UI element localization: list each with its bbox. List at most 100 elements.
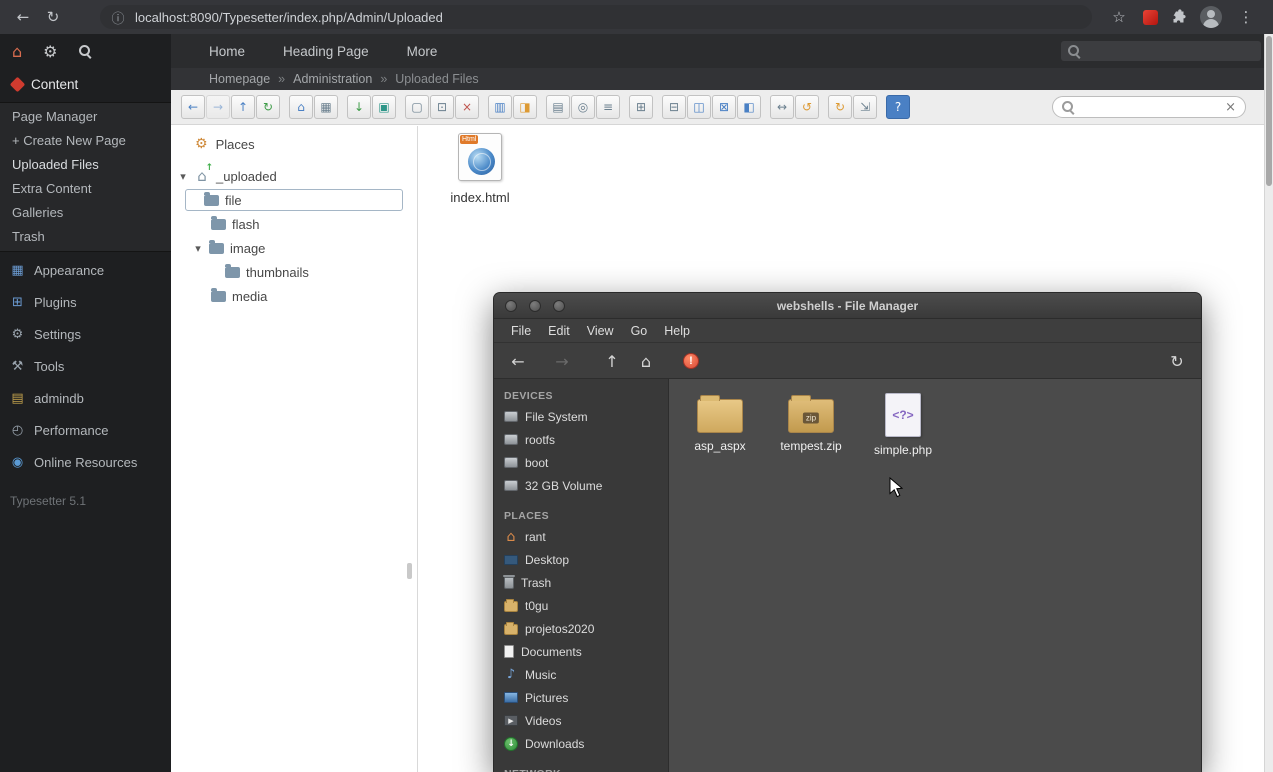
- fm-item-trash[interactable]: Trash: [504, 571, 668, 594]
- tb-up-button[interactable]: ↑: [231, 95, 255, 119]
- fm-item-music[interactable]: ♪ Music: [504, 663, 668, 686]
- clear-search-icon[interactable]: ×: [1225, 100, 1236, 115]
- tb-view-button[interactable]: ▦: [314, 95, 338, 119]
- tb-duplicate-button[interactable]: ⊡: [430, 95, 454, 119]
- fm-item-desktop[interactable]: Desktop: [504, 548, 668, 571]
- breadcrumb-homepage[interactable]: Homepage: [209, 72, 270, 86]
- fm-file-asp-aspx[interactable]: asp_aspx: [677, 391, 763, 453]
- tb-open-button[interactable]: ▢: [405, 95, 429, 119]
- tb-forward-button[interactable]: →: [206, 95, 230, 119]
- tb-reload-button[interactable]: ↻: [256, 95, 280, 119]
- fm-item-boot[interactable]: boot: [504, 451, 668, 474]
- fm-home-icon[interactable]: ⌂: [636, 351, 656, 371]
- tree-item-file[interactable]: file: [185, 189, 403, 211]
- window-titlebar[interactable]: webshells - File Manager: [494, 293, 1201, 319]
- fm-file-simple-php[interactable]: <?> simple.php: [860, 391, 946, 457]
- tb-back-button[interactable]: ←: [181, 95, 205, 119]
- fm-item-projetos2020[interactable]: projetos2020: [504, 617, 668, 640]
- tb-resize-button[interactable]: ↔: [770, 95, 794, 119]
- sidebar-item-create-new-page[interactable]: + Create New Page: [0, 129, 171, 153]
- nav-link-heading-page[interactable]: Heading Page: [283, 44, 369, 59]
- scrollbar-thumb[interactable]: [1266, 36, 1272, 186]
- site-search-input[interactable]: [1086, 44, 1254, 58]
- menu-file[interactable]: File: [511, 324, 531, 338]
- nav-link-more[interactable]: More: [407, 44, 438, 59]
- fm-item-file-system[interactable]: File System: [504, 405, 668, 428]
- nav-link-home[interactable]: Home: [209, 44, 245, 59]
- file-search-input[interactable]: [1080, 100, 1219, 114]
- extensions-puzzle-icon[interactable]: [1171, 9, 1187, 25]
- sidebar-item-appearance[interactable]: ▦ Appearance: [0, 254, 171, 286]
- sidebar-item-settings[interactable]: ⚙ Settings: [0, 318, 171, 350]
- tb-edit-button[interactable]: ≡: [596, 95, 620, 119]
- view-site-home-icon[interactable]: ⌂: [12, 42, 22, 61]
- tb-rotate-left-button[interactable]: ↺: [795, 95, 819, 119]
- sidebar-item-extra-content[interactable]: Extra Content: [0, 177, 171, 201]
- tb-select-none-button[interactable]: ⊠: [712, 95, 736, 119]
- fm-item-t0gu[interactable]: t0gu: [504, 594, 668, 617]
- fm-item-volume[interactable]: 32 GB Volume: [504, 474, 668, 497]
- tb-cut-button[interactable]: ×: [455, 95, 479, 119]
- fm-item-rootfs[interactable]: rootfs: [504, 428, 668, 451]
- window-control-button[interactable]: [553, 300, 565, 312]
- window-control-button[interactable]: [529, 300, 541, 312]
- tb-home-button[interactable]: ⌂: [289, 95, 313, 119]
- extension-icon[interactable]: [1143, 10, 1158, 25]
- tb-select-invert-button[interactable]: ◧: [737, 95, 761, 119]
- tree-item-thumbnails[interactable]: thumbnails: [171, 260, 417, 284]
- tb-archive-button[interactable]: ⊞: [629, 95, 653, 119]
- site-info-icon[interactable]: ⓘ: [110, 6, 126, 28]
- tb-extract-button[interactable]: ⊟: [662, 95, 686, 119]
- window-control-button[interactable]: [505, 300, 517, 312]
- fm-forward-icon[interactable]: →: [552, 351, 572, 371]
- tb-info-button[interactable]: ▤: [546, 95, 570, 119]
- fm-item-videos[interactable]: Videos: [504, 709, 668, 732]
- sidebar-item-page-manager[interactable]: Page Manager: [0, 105, 171, 129]
- sidebar-item-uploaded-files[interactable]: Uploaded Files: [0, 153, 171, 177]
- fm-item-rant[interactable]: ⌂ rant: [504, 525, 668, 548]
- browser-menu-icon[interactable]: ⋮: [1235, 6, 1257, 28]
- twisty-icon[interactable]: ▾: [193, 242, 203, 255]
- fm-file-area[interactable]: asp_aspx zip tempest.zip <?> simple.php: [669, 379, 1201, 772]
- tb-download-button[interactable]: ↓: [347, 95, 371, 119]
- fm-item-downloads[interactable]: Downloads: [504, 732, 668, 755]
- admin-search-icon[interactable]: [79, 45, 91, 57]
- browser-back-icon[interactable]: ←: [12, 6, 34, 28]
- fm-file-tempest-zip[interactable]: zip tempest.zip: [768, 391, 854, 453]
- fm-refresh-icon[interactable]: ↻: [1167, 351, 1187, 371]
- tb-select-all-button[interactable]: ◫: [687, 95, 711, 119]
- fm-item-pictures[interactable]: Pictures: [504, 686, 668, 709]
- fm-back-icon[interactable]: ←: [508, 351, 528, 371]
- admin-gear-icon[interactable]: ⚙: [43, 42, 57, 61]
- twisty-icon[interactable]: ▾: [178, 170, 188, 183]
- tb-save-button[interactable]: ▣: [372, 95, 396, 119]
- file-search-box[interactable]: ×: [1052, 96, 1246, 118]
- file-item-index-html[interactable]: Html index.html: [419, 133, 541, 205]
- panel-resize-grip[interactable]: [407, 563, 412, 579]
- tb-fullscreen-button[interactable]: ⇲: [853, 95, 877, 119]
- tb-rotate-right-button[interactable]: ↻: [828, 95, 852, 119]
- sidebar-item-online-resources[interactable]: ◉ Online Resources: [0, 446, 171, 478]
- sidebar-item-tools[interactable]: ⚒ Tools: [0, 350, 171, 382]
- sidebar-item-galleries[interactable]: Galleries: [0, 201, 171, 225]
- sidebar-item-plugins[interactable]: ⊞ Plugins: [0, 286, 171, 318]
- tree-item-image[interactable]: ▾ image: [171, 236, 417, 260]
- bookmark-star-icon[interactable]: ☆: [1108, 6, 1130, 28]
- tree-item-places[interactable]: ⚙ Places: [171, 132, 417, 156]
- menu-view[interactable]: View: [587, 324, 614, 338]
- sidebar-item-performance[interactable]: ◴ Performance: [0, 414, 171, 446]
- tb-copy-button[interactable]: ▥: [488, 95, 512, 119]
- browser-reload-icon[interactable]: ↻: [42, 6, 64, 28]
- tb-help-button[interactable]: ?: [886, 95, 910, 119]
- page-scrollbar[interactable]: [1264, 34, 1273, 772]
- menu-go[interactable]: Go: [631, 324, 648, 338]
- sidebar-item-admindb[interactable]: ▤ admindb: [0, 382, 171, 414]
- fm-item-documents[interactable]: Documents: [504, 640, 668, 663]
- fm-up-icon[interactable]: ↑: [602, 351, 622, 371]
- site-search-box[interactable]: [1061, 41, 1261, 61]
- tb-preview-button[interactable]: ◎: [571, 95, 595, 119]
- content-section-header[interactable]: Content: [0, 68, 171, 98]
- address-bar[interactable]: ⓘ localhost:8090/Typesetter/index.php/Ad…: [100, 5, 1092, 29]
- sidebar-item-trash[interactable]: Trash: [0, 225, 171, 249]
- tb-paste-button[interactable]: ◨: [513, 95, 537, 119]
